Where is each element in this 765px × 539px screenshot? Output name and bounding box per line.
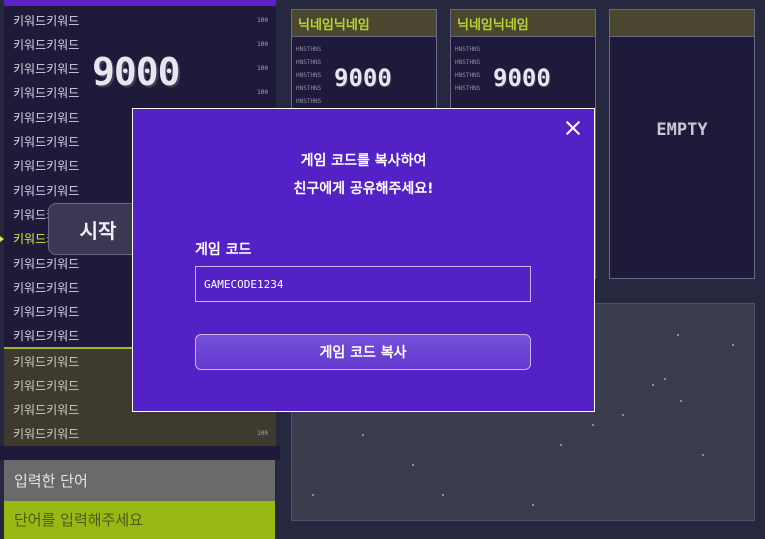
keyword-points: 100 [257, 89, 268, 97]
close-icon[interactable] [562, 117, 584, 139]
player-nickname [610, 10, 754, 37]
score-display: 9000 [92, 50, 181, 94]
player-nickname: 닉네임닉네임 [292, 10, 436, 37]
star-dot [732, 344, 734, 346]
star-dot [442, 494, 444, 496]
player-score: 9000 [493, 64, 551, 92]
game-code-label: 게임 코드 [195, 242, 252, 258]
keyword-points: 100 [257, 16, 268, 24]
empty-slot-label: EMPTY [656, 120, 708, 140]
modal-message-line: 게임 코드를 복사하여 [300, 153, 427, 169]
panel-divider [0, 446, 280, 460]
keyword-text: 키워드키워드 [13, 427, 80, 442]
star-dot [652, 384, 654, 386]
keyword-text: 키워드키워드 [13, 378, 80, 393]
active-arrow-icon [0, 235, 4, 242]
star-dot [622, 414, 624, 416]
star-dot [412, 464, 414, 466]
player-keyword: HNSTHNS [296, 98, 322, 105]
submitted-word-label: 입력한 단어 [4, 460, 275, 501]
keyword-text: 키워드키워드 [13, 135, 80, 149]
star-dot [677, 334, 679, 336]
modal-message-line: 친구에게 공유해주세요! [293, 181, 434, 197]
word-input[interactable] [4, 501, 275, 539]
keyword-text: 키워드키워드 [13, 183, 80, 198]
keyword-text: 키워드키워드 [13, 280, 80, 295]
player-keyword: HNSTHNS [455, 46, 481, 53]
game-code-field[interactable] [195, 266, 531, 302]
keyword-text: 키워드키워드 [13, 110, 80, 125]
keyword-text: 키워드키워드 [13, 403, 80, 418]
empty-player-card: EMPTY [609, 9, 755, 279]
keyword-text: 키워드키워드 [13, 13, 80, 28]
star-dot [560, 444, 562, 446]
keyword-text: 키워드키워드 [13, 86, 80, 101]
keyword-text: 키워드키워드 [13, 354, 80, 369]
copy-code-button[interactable]: 게임 코드 복사 [195, 334, 531, 370]
player-keyword: HNSTHNS [296, 46, 322, 53]
star-dot [702, 454, 704, 456]
keyword-text: 키워드키워드 [13, 305, 80, 320]
keyword-row: 키워드키워드 100 [4, 8, 276, 32]
star-dot [362, 434, 364, 436]
star-dot [312, 494, 314, 496]
game-screen: 키워드키워드 100 키워드키워드 100 키워드키워드 100 키워드키워드 100 키워드키… [0, 0, 765, 539]
keyword-text: 키워드키워드 [13, 37, 80, 52]
player-score: 9000 [334, 64, 392, 92]
keyword-text: 키워드키워드 [13, 159, 80, 174]
keyword-text: 키워드키워드 [13, 329, 80, 344]
keyword-text: 키워드키워드 [13, 256, 80, 271]
share-code-modal: 게임 코드를 복사하여 친구에게 공유해주세요! 게임 코드 게임 코드 복사 [132, 108, 595, 412]
keyword-points: 100 [257, 40, 268, 48]
star-dot [664, 378, 666, 380]
star-dot [532, 504, 534, 506]
keyword-points: 100 [257, 65, 268, 73]
star-dot [592, 424, 594, 426]
keyword-points: 100 [257, 430, 268, 438]
player-nickname: 닉네임닉네임 [451, 10, 595, 37]
modal-message: 게임 코드를 복사하여 친구에게 공유해주세요! [133, 147, 594, 203]
keyword-text: 키워드키워드 [13, 62, 80, 77]
keyword-row: 키워드키워드 100 [4, 422, 276, 446]
star-dot [680, 400, 682, 402]
